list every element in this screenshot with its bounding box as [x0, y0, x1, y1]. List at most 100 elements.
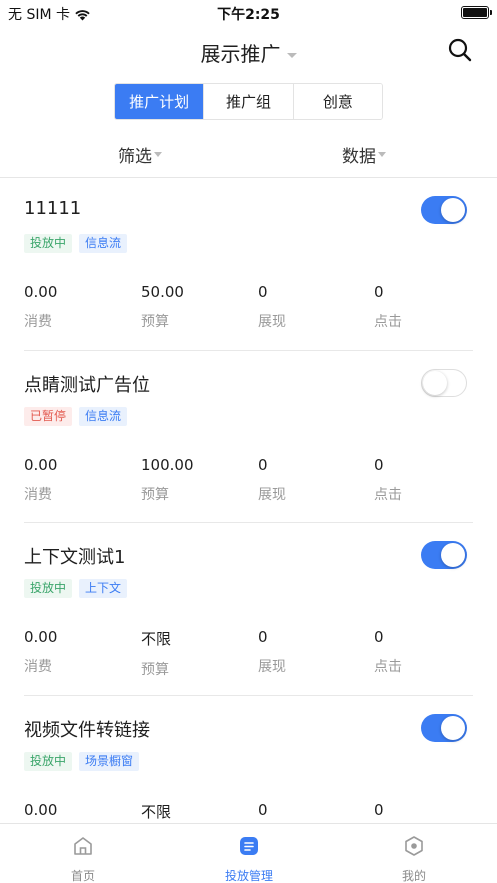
- tab-ad-management-label: 投放管理: [224, 869, 273, 883]
- metric-spend: 0.00 消费: [24, 283, 134, 331]
- metric-value: 0: [374, 455, 384, 474]
- status-badge: 已暂停: [24, 406, 73, 426]
- campaign-tags: 投放中 场景橱窗: [24, 751, 140, 771]
- metric-clicks: 0 点击: [374, 283, 484, 331]
- metric-budget: 100.00 预算: [141, 456, 251, 504]
- tab-profile[interactable]: 我的: [331, 824, 497, 883]
- status-bar: 无 SIM 卡 下午2:25: [0, 0, 497, 26]
- metric-value: 0: [258, 455, 268, 474]
- caret-down-icon: [378, 152, 386, 157]
- metric-label: 点击: [374, 314, 402, 330]
- caret-down-icon: [154, 152, 162, 157]
- page-title-dropdown[interactable]: 展示推广: [0, 38, 497, 67]
- metric-value: 0.00: [24, 800, 58, 819]
- tab-profile-label: 我的: [401, 869, 426, 883]
- status-badge: 投放中: [24, 234, 73, 253]
- metric-impressions: 0 展现: [258, 628, 368, 676]
- metric-value: 0.00: [24, 628, 58, 646]
- chevron-down-icon: [286, 53, 297, 58]
- metric-spend: 0.00 消费: [24, 456, 134, 504]
- metric-clicks: 0 点击: [374, 628, 484, 676]
- campaign-toggle[interactable]: [421, 541, 467, 569]
- metric-value: 0: [374, 628, 384, 646]
- metric-budget: 50.00 预算: [141, 283, 251, 331]
- campaign-toggle[interactable]: [421, 368, 467, 397]
- campaign-metrics: 0.00 消费 100.00 预算 0 展现 0 点击: [24, 456, 473, 506]
- type-badge: 上下文: [79, 579, 128, 598]
- metric-impressions: 0展现: [258, 801, 368, 824]
- tab-ad-group[interactable]: 推广组: [204, 84, 294, 119]
- metric-impressions: 0 展现: [258, 456, 368, 504]
- type-badge: 信息流: [79, 234, 128, 253]
- campaign-card[interactable]: 11111 投放中 信息流 0.00 消费 50.00 预算 0 展现 0 点击: [24, 178, 473, 351]
- battery-icon: [461, 6, 492, 19]
- metric-label: 消费: [24, 659, 52, 675]
- campaign-tags: 已暂停 信息流: [24, 406, 128, 426]
- campaign-metrics: 0.00 消费 50.00 预算 0 展现 0 点击: [24, 283, 473, 333]
- metric-label: 展现: [258, 659, 286, 675]
- campaign-name: 视频文件转链接: [24, 719, 150, 741]
- campaign-tags: 投放中 上下文: [24, 579, 128, 598]
- campaign-metrics: 0.00消费 不限预算 0展现 0点击: [24, 801, 473, 824]
- metric-clicks: 0 点击: [374, 456, 484, 504]
- metric-value: 0: [374, 800, 384, 819]
- metric-label: 消费: [24, 486, 52, 503]
- status-badge: 投放中: [24, 579, 73, 598]
- search-icon[interactable]: [447, 37, 473, 63]
- type-badge: 场景橱窗: [79, 751, 140, 771]
- metric-budget: 不限预算: [141, 628, 251, 679]
- campaign-card[interactable]: 上下文测试1 投放中 上下文 0.00 消费 不限 预算 0 展现 0 点击: [24, 523, 473, 696]
- filter-label: 筛选: [118, 147, 152, 167]
- metric-spend: 0.00 消费: [24, 628, 134, 676]
- bottom-tab-bar: 首页 投放管理 我的: [0, 823, 497, 883]
- metric-value: 不限: [141, 630, 172, 648]
- filter-row: 筛选 数据: [0, 138, 497, 170]
- campaign-name: 上下文测试1: [24, 547, 126, 568]
- campaign-tags: 投放中 信息流: [24, 234, 128, 253]
- tab-home-label: 首页: [70, 869, 95, 883]
- campaign-name: 点睛测试广告位: [24, 374, 150, 396]
- metric-label: 点击: [374, 659, 402, 675]
- campaign-name: 11111: [24, 198, 82, 219]
- metric-budget: 不限预算: [141, 801, 251, 824]
- tab-ad-management[interactable]: 投放管理: [166, 824, 332, 883]
- metric-label: 展现: [258, 486, 286, 503]
- metric-spend: 0.00消费: [24, 801, 134, 824]
- list-icon: [240, 837, 258, 855]
- metric-value: 0.00: [24, 455, 58, 474]
- metric-clicks: 0点击: [374, 801, 484, 824]
- metric-value: 100.00: [141, 455, 194, 474]
- campaign-toggle[interactable]: [421, 713, 467, 742]
- home-icon: [74, 837, 92, 855]
- filter-dropdown[interactable]: 筛选: [118, 142, 162, 167]
- metric-impressions: 0 展现: [258, 283, 368, 331]
- metric-value: 0: [258, 628, 268, 646]
- metric-label: 预算: [141, 314, 169, 330]
- status-time: 下午2:25: [217, 7, 280, 23]
- metric-label: 预算: [141, 486, 169, 503]
- data-label: 数据: [342, 147, 376, 167]
- status-badge: 投放中: [24, 751, 73, 771]
- campaign-toggle[interactable]: [421, 196, 467, 224]
- campaign-list[interactable]: 11111 投放中 信息流 0.00 消费 50.00 预算 0 展现 0 点击 点睛测…: [0, 178, 497, 823]
- metric-value: 不限: [141, 802, 172, 821]
- page-title: 展示推广: [200, 42, 281, 66]
- tab-campaign-plan[interactable]: 推广计划: [115, 84, 205, 119]
- metric-value: 50.00: [141, 283, 184, 301]
- campaign-card[interactable]: 视频文件转链接 投放中 场景橱窗 0.00消费 不限预算 0展现 0点击: [24, 696, 473, 824]
- type-badge: 信息流: [79, 406, 128, 426]
- metric-label: 消费: [24, 314, 52, 330]
- data-dropdown[interactable]: 数据: [342, 142, 386, 167]
- metric-value: 0: [258, 283, 268, 301]
- metric-label: 展现: [258, 314, 286, 330]
- metric-value: 0: [258, 800, 268, 819]
- tab-creative[interactable]: 创意: [293, 84, 382, 119]
- metric-label: 点击: [374, 486, 402, 503]
- campaign-metrics: 0.00 消费 不限预算 0 展现 0 点击: [24, 628, 473, 678]
- profile-icon: [405, 836, 423, 856]
- tab-home[interactable]: 首页: [0, 824, 166, 883]
- campaign-card[interactable]: 点睛测试广告位 已暂停 信息流 0.00 消费 100.00 预算 0 展现 0 点击: [24, 351, 473, 523]
- metric-value: 0.00: [24, 283, 58, 301]
- metric-value: 0: [374, 283, 384, 301]
- level-segmented-control: 推广计划 推广组 创意: [114, 83, 383, 120]
